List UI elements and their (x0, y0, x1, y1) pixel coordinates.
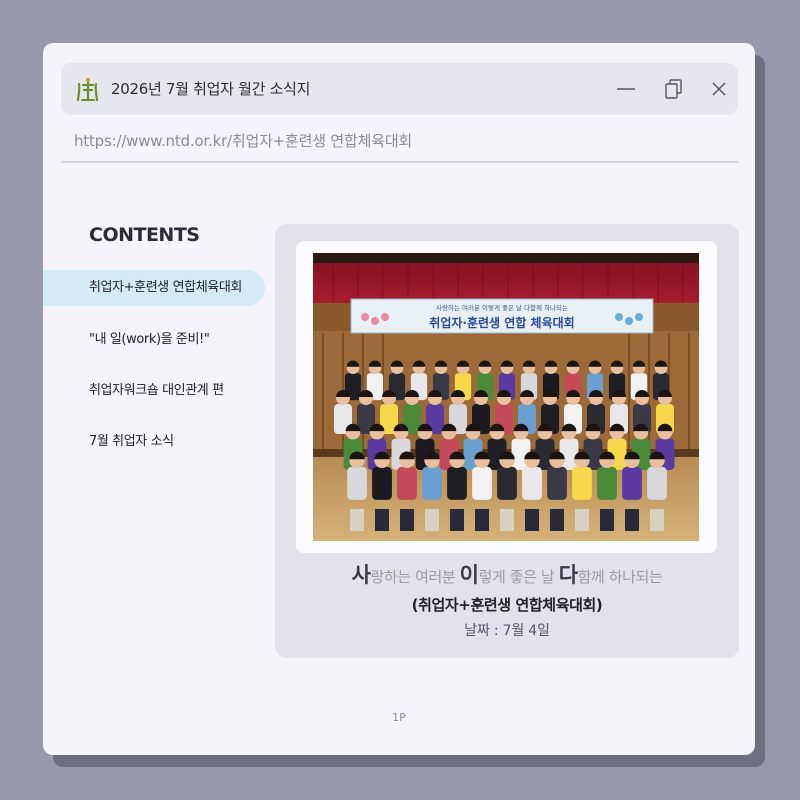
title-bar: 2026년 7월 취업자 월간 소식지 (61, 63, 738, 115)
caption-segment: 다 (558, 563, 578, 587)
banner-subtitle: 사랑하는 여러분 이렇게 좋은 날 다함께 하나되는 (436, 303, 568, 312)
url-bar[interactable]: https://www.ntd.or.kr/취업자+훈련생 연합체육대회 (74, 129, 412, 153)
restore-icon[interactable] (661, 77, 685, 101)
banner: 사랑하는 여러분 이렇게 좋은 날 다함께 하나되는 취업자·훈련생 연합 체육… (350, 298, 654, 334)
nav-item-prepare-work[interactable]: "내 일(work)을 준비!" (43, 322, 265, 358)
nav-item-july-news[interactable]: 7월 취업자 소식 (43, 424, 265, 460)
caption-segment: 사 (351, 563, 371, 587)
minimize-icon[interactable] (614, 77, 638, 101)
caption-segment: 이 (459, 563, 479, 587)
page-number: 1P (392, 711, 406, 724)
window-title: 2026년 7월 취업자 월간 소식지 (111, 80, 311, 98)
caption-event-name: (취업자+훈련생 연합체육대회) (411, 596, 603, 614)
nav-item-sports-day[interactable]: 취업자+훈련생 연합체육대회 (43, 270, 265, 306)
banner-title: 취업자·훈련생 연합 체육대회 (429, 315, 574, 330)
caption-segment: 함께 하나되는 (577, 568, 663, 586)
logo-icon (75, 76, 101, 102)
caption-slogan: 사랑하는 여러분 이렇게 좋은 날 다함께 하나되는 (275, 559, 739, 589)
newsletter-window: 2026년 7월 취업자 월간 소식지 https://www.ntd.or.k… (43, 43, 755, 755)
nav-item-workshop[interactable]: 취업자워크숍 대인관계 편 (43, 373, 265, 409)
photo-card: 사랑하는 여러분 이렇게 좋은 날 다함께 하나되는 취업자·훈련생 연합 체육… (296, 241, 717, 553)
article-panel: 사랑하는 여러분 이렇게 좋은 날 다함께 하나되는 취업자·훈련생 연합 체육… (275, 224, 739, 658)
caption-segment: 랑하는 여러분 (370, 568, 460, 586)
divider (61, 161, 738, 163)
close-icon[interactable] (707, 77, 731, 101)
caption-segment: 렇게 좋은 날 (478, 568, 559, 586)
group-photo: 사랑하는 여러분 이렇게 좋은 날 다함께 하나되는 취업자·훈련생 연합 체육… (313, 253, 699, 541)
contents-heading: CONTENTS (89, 224, 200, 246)
caption-date: 날짜 : 7월 4일 (464, 623, 550, 639)
